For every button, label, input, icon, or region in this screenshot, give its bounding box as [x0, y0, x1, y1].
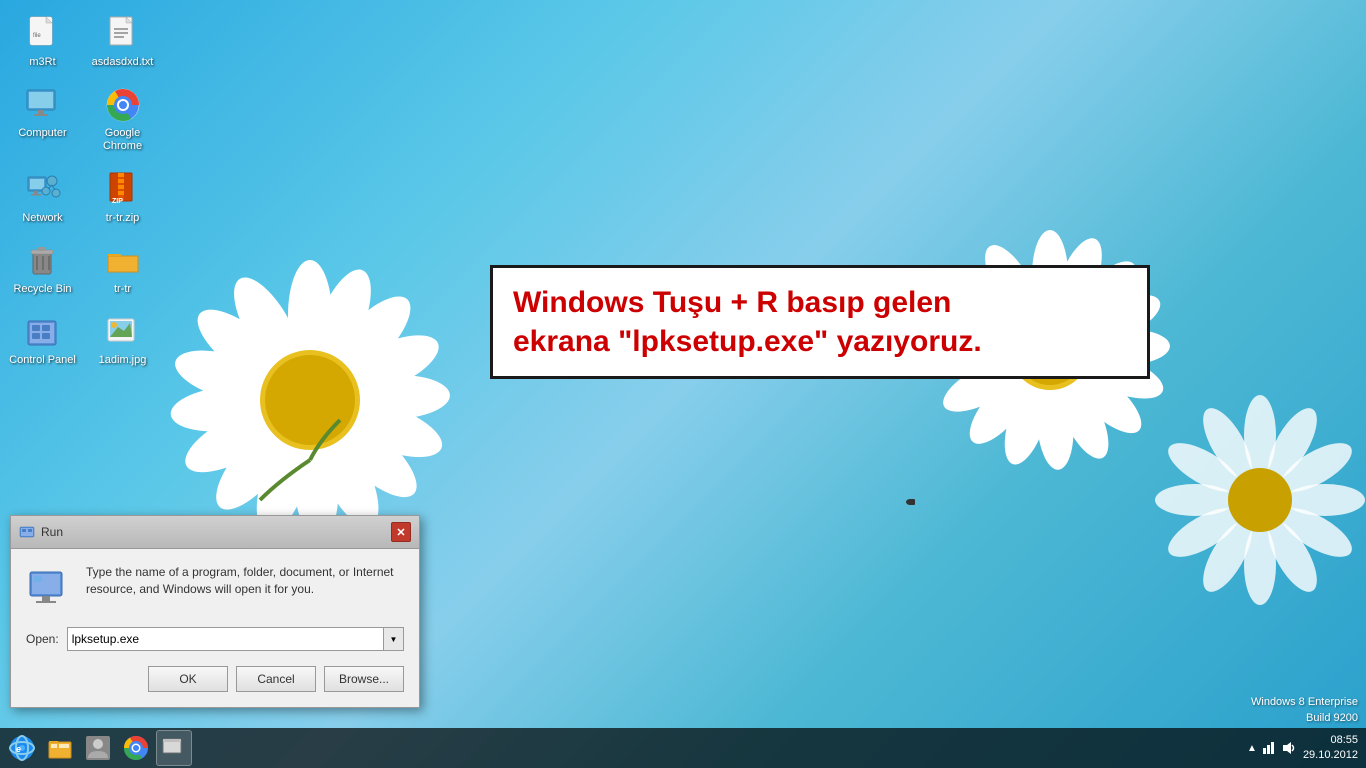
run-dialog-title: Run — [41, 525, 63, 539]
run-header-icon — [26, 564, 74, 612]
icon-1adim[interactable]: 1adim.jpg — [85, 308, 160, 371]
taskbar-icon-run[interactable] — [156, 730, 192, 766]
taskbar-right: ▲ 08:55 29.10.2012 — [1247, 733, 1366, 764]
icon-computer[interactable]: Computer — [5, 81, 80, 157]
run-description: Type the name of a program, folder, docu… — [86, 564, 404, 598]
svg-text:ZIP: ZIP — [112, 198, 123, 205]
svg-text:file: file — [33, 33, 41, 39]
run-dialog: Run ✕ Type the name of a program, folder… — [10, 515, 420, 708]
cursor — [909, 499, 915, 505]
taskbar-icon-explorer[interactable] — [42, 730, 78, 766]
icon-tr-tr[interactable]: tr-tr — [85, 237, 160, 300]
run-title-bar: Run ✕ — [11, 516, 419, 549]
run-open-input[interactable] — [67, 627, 384, 651]
tray-expand[interactable]: ▲ — [1247, 743, 1257, 754]
taskbar-sys-icons: ▲ — [1247, 740, 1297, 756]
run-buttons: OK Cancel Browse... — [26, 666, 404, 692]
annotation-text: Windows Tuşu + R basıp gelen ekrana "lpk… — [513, 283, 1127, 361]
desktop: file m3Rt asdasdxd.txt — [0, 0, 1366, 768]
icon-m3rt[interactable]: file m3Rt — [5, 10, 80, 73]
taskbar-left: e — [0, 730, 192, 766]
run-input-wrapper: ▼ — [67, 627, 404, 651]
run-ok-button[interactable]: OK — [148, 666, 228, 692]
run-dropdown-arrow[interactable]: ▼ — [384, 627, 404, 651]
tray-network-icon — [1261, 740, 1277, 756]
icon-recycle-bin[interactable]: Recycle Bin — [5, 237, 80, 300]
taskbar-clock[interactable]: 08:55 29.10.2012 — [1303, 733, 1358, 764]
windows-version: Windows 8 Enterprise Build 9200 — [1251, 695, 1358, 726]
run-title-left: Run — [19, 524, 63, 540]
run-dialog-body: Type the name of a program, folder, docu… — [11, 549, 419, 707]
run-dialog-header: Type the name of a program, folder, docu… — [26, 564, 404, 612]
tray-volume-icon — [1281, 740, 1297, 756]
run-title-icon — [19, 524, 35, 540]
icon-google-chrome[interactable]: Google Chrome — [85, 81, 160, 157]
run-open-label: Open: — [26, 632, 59, 646]
icon-asdasdxd[interactable]: asdasdxd.txt — [85, 10, 160, 73]
svg-text:e: e — [16, 744, 21, 754]
run-cancel-button[interactable]: Cancel — [236, 666, 316, 692]
desktop-icons: file m3Rt asdasdxd.txt — [5, 10, 160, 371]
icon-control-panel[interactable]: Control Panel — [5, 308, 80, 371]
annotation-box: Windows Tuşu + R basıp gelen ekrana "lpk… — [490, 265, 1150, 379]
taskbar: e — [0, 728, 1366, 768]
icon-tr-tr-zip[interactable]: ZIP tr-tr.zip — [85, 166, 160, 229]
taskbar-icon-user[interactable] — [80, 730, 116, 766]
taskbar-icon-chrome[interactable] — [118, 730, 154, 766]
icon-network[interactable]: Network — [5, 166, 80, 229]
run-close-button[interactable]: ✕ — [391, 522, 411, 542]
run-open-row: Open: ▼ — [26, 627, 404, 651]
run-browse-button[interactable]: Browse... — [324, 666, 404, 692]
taskbar-icon-ie[interactable]: e — [4, 730, 40, 766]
